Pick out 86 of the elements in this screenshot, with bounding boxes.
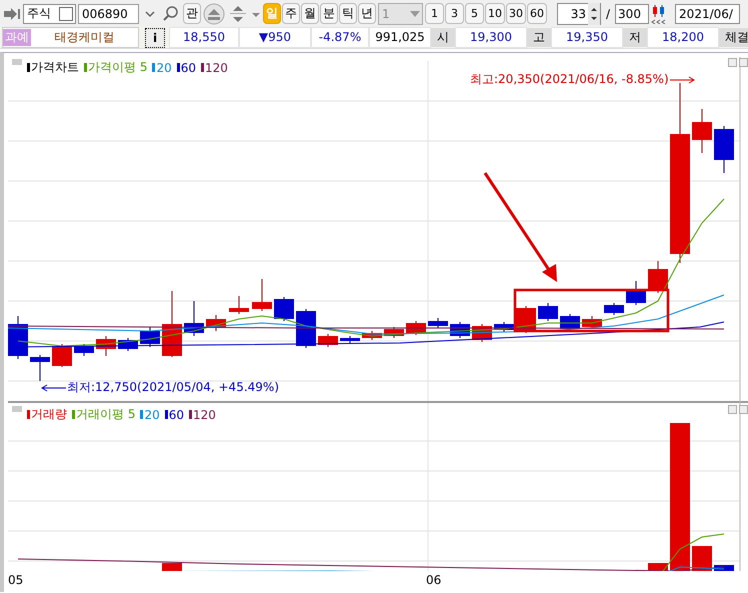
legend-label: 20 — [156, 60, 172, 74]
candlestick — [714, 126, 734, 174]
field-value: 19,300 — [455, 27, 527, 48]
panel-handle[interactable] — [12, 406, 22, 412]
candlestick — [428, 318, 448, 328]
candlestick — [162, 290, 182, 358]
change-value: ▼950 — [239, 27, 311, 48]
legend-label: 20 — [144, 408, 160, 422]
candlestick — [229, 296, 249, 314]
candlestick — [626, 280, 646, 306]
candlestick — [692, 108, 712, 154]
candlestick — [8, 316, 28, 360]
axis-label: 06 — [426, 572, 442, 589]
candlestick — [296, 308, 316, 348]
candlestick — [206, 314, 226, 332]
candlestick — [340, 336, 360, 344]
period-tab[interactable]: 년 — [358, 3, 376, 24]
right-arrow-icon[interactable] — [670, 76, 696, 84]
separator-text: / — [605, 6, 612, 20]
caret-icon[interactable] — [408, 8, 422, 18]
candlestick — [406, 320, 426, 336]
candlestick — [648, 260, 668, 294]
axis-label: 05 — [8, 572, 24, 589]
candle-icon[interactable] — [651, 4, 668, 24]
legend-label: 120 — [193, 408, 216, 422]
legend-label: 가격차트 — [31, 59, 79, 76]
field-label: 시 — [431, 28, 455, 47]
field-label: 체결 — [719, 28, 748, 47]
period-tab[interactable]: 월 — [301, 3, 319, 24]
count-field[interactable]: 33 — [557, 2, 601, 24]
volume-value: 991,025 — [369, 27, 431, 48]
candlestick — [494, 322, 514, 332]
code-field[interactable]: 006890 — [78, 4, 139, 24]
field-label: 고 — [527, 28, 551, 47]
volume-bar — [692, 546, 712, 571]
candlestick — [184, 300, 204, 336]
left-arrow-icon[interactable] — [40, 384, 66, 392]
price-value: 18,550 — [169, 27, 239, 48]
candlestick — [74, 344, 94, 356]
high-price-note: 최고:20,350(2021/06/16, -8.85%) — [470, 71, 669, 88]
total-field[interactable]: 300 — [615, 4, 650, 24]
candlestick — [538, 302, 558, 322]
export-icon[interactable] — [3, 6, 21, 20]
legend-label: 60 — [168, 408, 184, 422]
watch-button[interactable]: 관 — [183, 3, 201, 24]
legend-label: 거래이평 5 — [76, 406, 136, 423]
candlestick — [384, 326, 404, 338]
market-select[interactable]: 주식 — [23, 4, 76, 24]
interval-button[interactable]: 10 — [485, 3, 505, 24]
date-field[interactable]: 2021/06/ — [675, 4, 740, 24]
field-value: 18,200 — [647, 27, 719, 48]
eject-icon[interactable] — [203, 2, 225, 24]
interval-button[interactable]: 60 — [527, 3, 547, 24]
candlestick — [318, 334, 338, 348]
rate-value: -4.87% — [311, 27, 369, 48]
panel-restore-icon[interactable] — [728, 58, 737, 67]
candlestick — [52, 344, 72, 368]
market-badge: 과예 — [3, 29, 31, 46]
legend-label: 120 — [205, 60, 228, 74]
info-button[interactable]: i — [145, 28, 165, 48]
candlestick — [582, 316, 602, 330]
interval-button[interactable]: 1 — [425, 3, 444, 24]
legend-label: 가격이평 5 — [88, 59, 148, 76]
candlestick — [140, 326, 160, 348]
stock-name: 태경케미컬 — [54, 29, 116, 46]
panel-restore-icon[interactable] — [728, 405, 737, 414]
interval-button[interactable]: 5 — [465, 3, 484, 24]
field-label: 저 — [623, 28, 647, 47]
period-tab[interactable]: 주 — [282, 3, 300, 24]
legend-label: 거래량 — [31, 406, 67, 423]
field-value: 19,350 — [551, 27, 623, 48]
candlestick — [362, 330, 382, 340]
legend-label: 60 — [180, 60, 196, 74]
interval-button[interactable]: 3 — [445, 3, 464, 24]
period-tab[interactable]: 틱 — [339, 3, 357, 24]
panel-handle[interactable] — [12, 59, 22, 65]
candlestick — [604, 302, 624, 316]
candlestick — [96, 336, 116, 356]
candlestick — [118, 338, 138, 352]
interval-button[interactable]: 30 — [506, 3, 526, 24]
stock-name-field[interactable]: 과예 태경케미컬 — [2, 27, 139, 48]
candlestick — [252, 278, 272, 312]
low-price-note: 최저:12,750(2021/05/04, +45.49%) — [67, 379, 279, 396]
period-tab[interactable]: 분 — [320, 3, 338, 24]
candlestick — [274, 296, 294, 322]
spinner-icon[interactable] — [588, 2, 600, 24]
